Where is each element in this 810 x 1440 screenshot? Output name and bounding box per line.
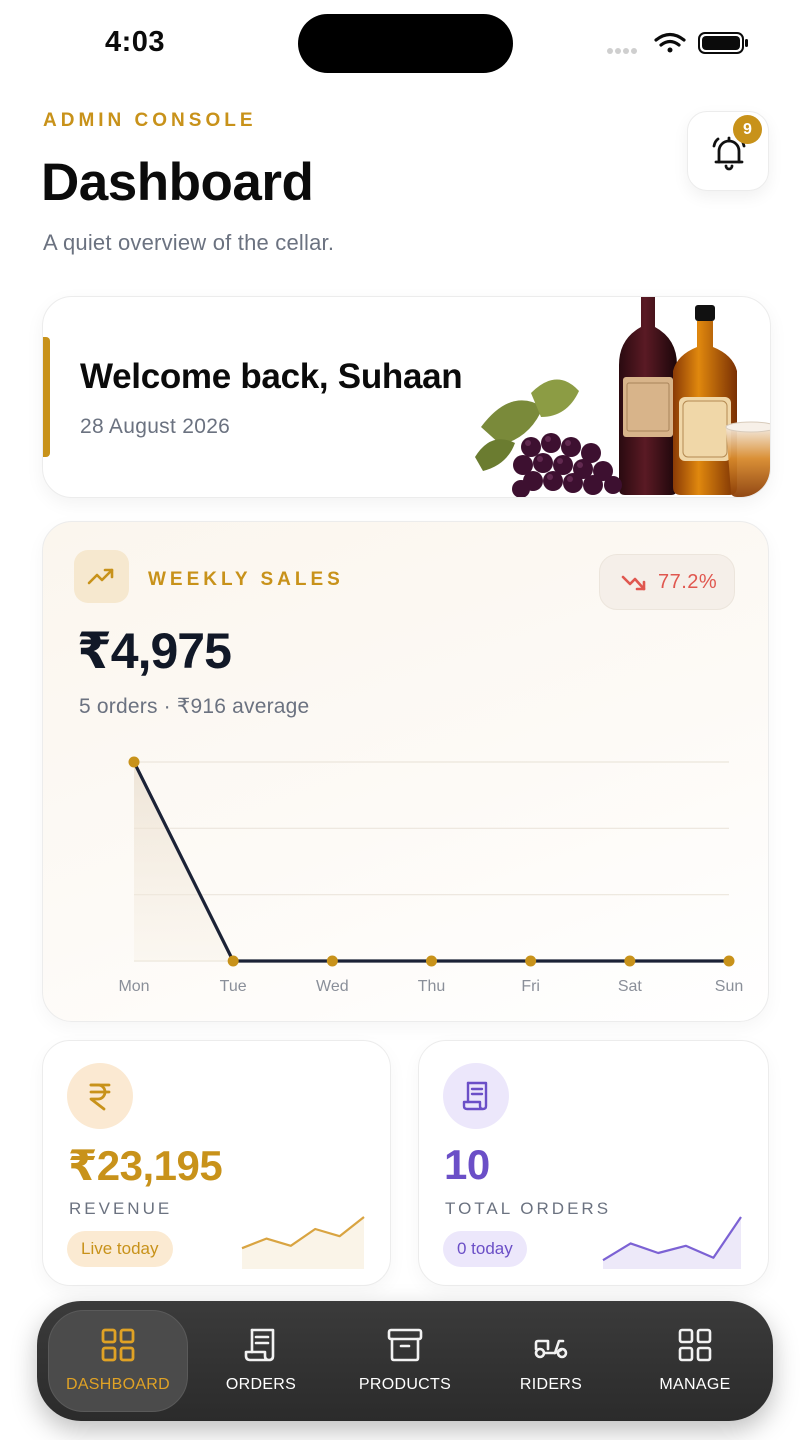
nav-products[interactable]: PRODUCTS xyxy=(335,1301,475,1421)
nav-orders[interactable]: ORDERS xyxy=(191,1301,331,1421)
chart-point xyxy=(723,955,735,967)
revenue-card[interactable]: ₹23,195 REVENUE Live today xyxy=(42,1040,391,1286)
receipt-icon xyxy=(462,1081,488,1111)
chart-x-tick-label: Sun xyxy=(715,978,743,995)
chart-point xyxy=(227,955,239,967)
total-orders-card[interactable]: 10 TOTAL ORDERS 0 today xyxy=(418,1040,769,1286)
dynamic-island xyxy=(298,14,513,73)
welcome-date: 28 August 2026 xyxy=(80,415,231,438)
weekly-sales-card: WEEKLY SALES 77.2% ₹4,975 5 orders · ₹91… xyxy=(42,521,769,1022)
nav-orders-label: ORDERS xyxy=(225,1376,297,1393)
nav-dashboard-label: DASHBOARD xyxy=(65,1376,171,1393)
chart-x-tick-label: Thu xyxy=(418,978,446,995)
chart-x-tick-label: Fri xyxy=(521,978,540,995)
revenue-status-pill: Live today xyxy=(67,1231,173,1267)
page-title: Dashboard xyxy=(41,153,314,212)
revenue-value: ₹23,195 xyxy=(68,1142,223,1189)
wine-bottles-illustration xyxy=(475,297,770,497)
revenue-sparkline-area xyxy=(242,1217,364,1269)
chart-x-tick-label: Tue xyxy=(220,978,247,995)
notification-badge: 9 xyxy=(733,115,762,144)
chart-point xyxy=(128,756,140,768)
nav-manage-label: MANAGE xyxy=(659,1376,731,1393)
rupee-icon xyxy=(89,1083,111,1111)
chart-x-tick-label: Wed xyxy=(316,978,349,995)
receipt-icon xyxy=(244,1328,275,1362)
wifi-icon xyxy=(654,32,686,53)
revenue-label: REVENUE xyxy=(69,1199,173,1218)
manage-grid-icon xyxy=(678,1328,712,1362)
bottom-navigation: DASHBOARD ORDERS PRODUCTS RIDERS MANAGE xyxy=(37,1301,773,1421)
chart-area xyxy=(134,762,729,961)
whisky-glass xyxy=(725,421,770,497)
chart-point xyxy=(624,955,636,967)
weekly-sales-chart: Mon Tue Wed Thu Fri Sat Sun xyxy=(118,756,743,995)
battery-icon xyxy=(698,32,748,54)
archive-box-icon xyxy=(387,1328,423,1362)
welcome-accent-bar xyxy=(43,337,50,457)
orders-icon-circle xyxy=(443,1063,509,1129)
total-orders-label: TOTAL ORDERS xyxy=(445,1199,612,1218)
dashboard-grid-icon xyxy=(101,1328,135,1362)
nav-products-label: PRODUCTS xyxy=(358,1376,452,1393)
welcome-card: Welcome back, Suhaan 28 August 2026 xyxy=(42,296,771,498)
total-orders-value: 10 xyxy=(444,1141,490,1188)
chart-series-line xyxy=(132,761,729,963)
dashboard-screen: 4:03 ADMIN CONSOLE Dashboard A quiet ove… xyxy=(0,0,810,1440)
welcome-title: Welcome back, Suhaan xyxy=(80,357,463,396)
whisky-bottle xyxy=(673,305,737,495)
revenue-icon-circle xyxy=(67,1063,133,1129)
nav-riders[interactable]: RIDERS xyxy=(481,1301,621,1421)
console-eyebrow: ADMIN CONSOLE xyxy=(43,110,257,131)
nav-dashboard[interactable]: DASHBOARD xyxy=(48,1301,188,1421)
chart-x-tick-label: Sat xyxy=(618,978,643,995)
scooter-icon xyxy=(534,1339,568,1359)
page-subtitle: A quiet overview of the cellar. xyxy=(43,230,335,255)
revenue-sparkline xyxy=(241,1216,365,1269)
orders-today-pill: 0 today xyxy=(443,1231,527,1267)
chart-point xyxy=(326,955,338,967)
nav-riders-label: RIDERS xyxy=(519,1376,583,1393)
nav-manage[interactable]: MANAGE xyxy=(625,1301,765,1421)
orders-sparkline-area xyxy=(603,1217,741,1269)
chart-point xyxy=(426,955,437,967)
chart-point xyxy=(525,955,537,967)
grape-cluster xyxy=(475,379,622,497)
cellular-icon xyxy=(607,48,637,54)
orders-sparkline xyxy=(602,1216,742,1269)
status-time: 4:03 xyxy=(105,26,166,58)
status-icons xyxy=(607,32,748,54)
chart-x-tick-label: Mon xyxy=(118,978,149,995)
wine-bottle xyxy=(619,297,677,495)
